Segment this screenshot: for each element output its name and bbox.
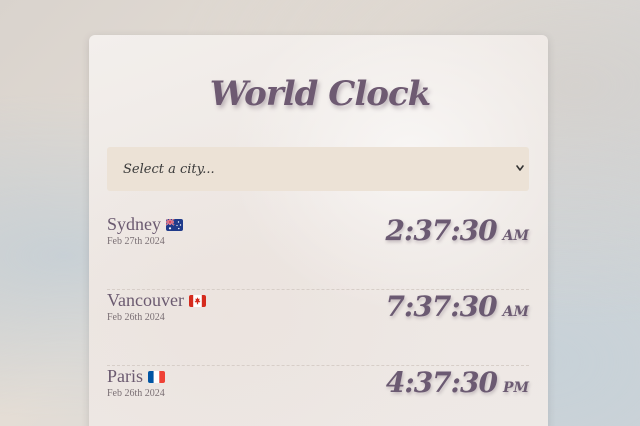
chevron-down-icon xyxy=(516,165,524,171)
city-date: Feb 26th 2024 xyxy=(107,388,165,399)
city-name: Paris xyxy=(107,366,143,386)
city-name: Vancouver xyxy=(107,290,184,310)
city-row-vancouver: Vancouver Feb 26th 2024 7:37:30 AM xyxy=(107,290,529,366)
time-value: 4:37:30 xyxy=(385,366,498,399)
city-time: 7:37:30 AM xyxy=(386,290,529,323)
city-time: 4:37:30 PM xyxy=(386,366,529,399)
city-date: Feb 27th 2024 xyxy=(107,236,165,247)
page-title: World Clock xyxy=(209,74,431,114)
time-value: 2:37:30 xyxy=(385,214,498,247)
city-row-sydney: Sydney Feb 27th 2024 2:37:30 AM xyxy=(107,214,529,290)
time-ampm: AM xyxy=(502,304,529,320)
time-value: 7:37:30 xyxy=(385,290,498,323)
australia-flag-icon xyxy=(166,218,183,231)
time-ampm: PM xyxy=(502,380,529,396)
time-ampm: AM xyxy=(502,228,529,244)
city-row-paris: Paris Feb 26th 2024 4:37:30 PM xyxy=(107,366,529,426)
city-date: Feb 26th 2024 xyxy=(107,312,165,323)
city-time: 2:37:30 AM xyxy=(386,214,529,247)
city-name: Sydney xyxy=(107,214,161,234)
canada-flag-icon xyxy=(188,294,206,307)
france-flag-icon xyxy=(148,370,165,383)
city-select[interactable]: Select a city... xyxy=(107,147,529,191)
city-select-placeholder: Select a city... xyxy=(123,161,215,177)
